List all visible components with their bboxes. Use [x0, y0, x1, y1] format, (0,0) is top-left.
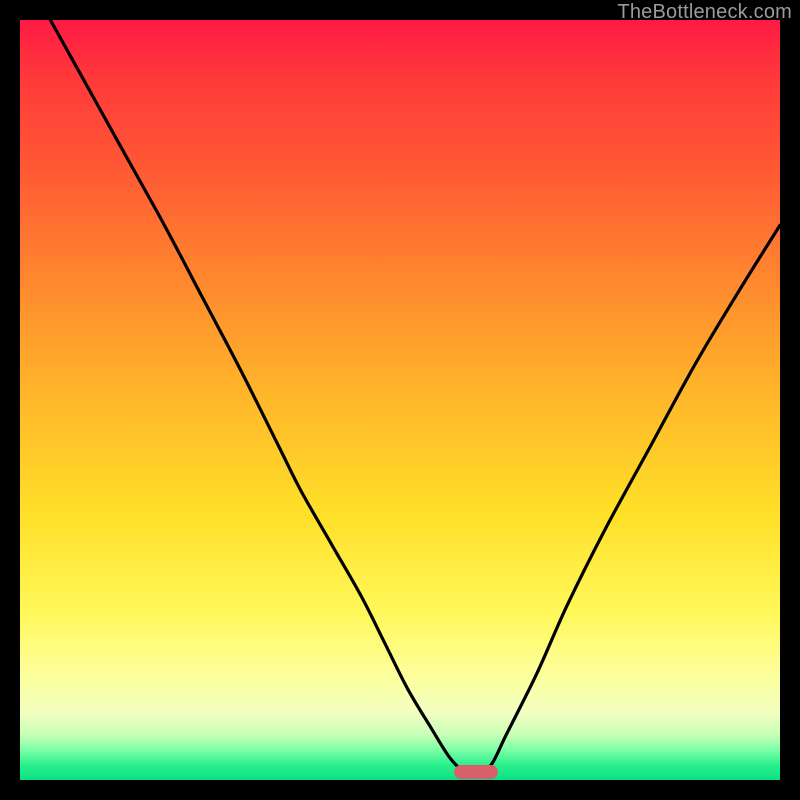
bottleneck-curve	[20, 20, 780, 780]
plot-area	[20, 20, 780, 780]
watermark-text: TheBottleneck.com	[617, 1, 792, 24]
chart-frame: TheBottleneck.com	[0, 0, 800, 800]
optimal-marker	[454, 765, 498, 779]
